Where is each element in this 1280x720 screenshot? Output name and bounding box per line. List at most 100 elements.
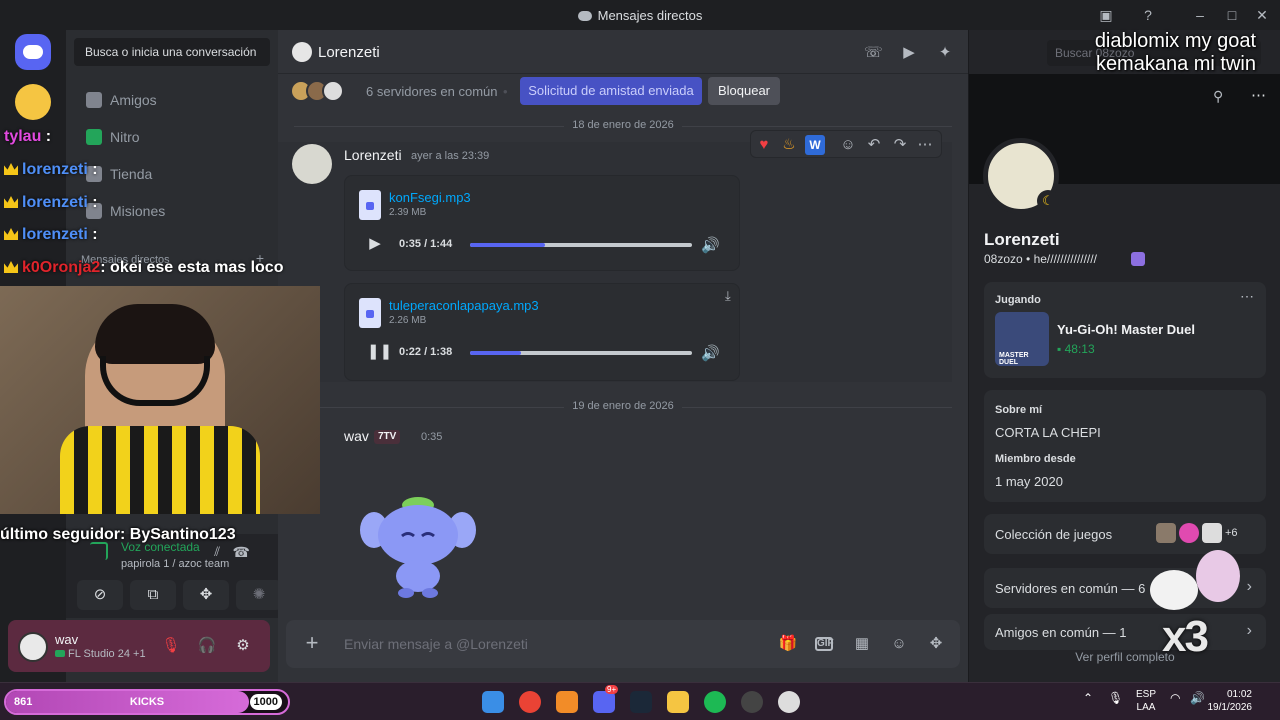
volume-icon[interactable]: 🔊 [701,344,720,362]
mutual-bar: 6 servidores en común • Solicitud de ami… [278,74,968,110]
heart-reaction-icon[interactable]: ♥ [754,135,774,155]
voice-call-icon[interactable]: ☏ [864,44,883,62]
add-reaction-icon[interactable]: ☺ [838,135,858,155]
avatar[interactable] [18,632,48,662]
inbox-icon[interactable]: ▣ [1096,6,1116,24]
mute-icon[interactable]: 🎙 [160,636,182,656]
gif-icon[interactable]: GIF [815,637,834,651]
sidebar-item-nitro[interactable]: Nitro [74,121,270,153]
add-friend-icon[interactable]: ⚲ [1213,88,1223,105]
view-full-profile-link[interactable]: Ver perfil completo [969,650,1280,664]
message-actions-bar: ♥ ♨ W ☺ ↶ ↷ ⋯ [750,130,942,158]
minimize-button[interactable]: – [1190,6,1210,24]
message-timestamp: 0:35 [421,431,443,443]
camera-off-button[interactable]: ⊘ [77,580,123,610]
friend-request-sent-button[interactable]: Solicitud de amistad enviada [520,77,702,105]
fire-reaction-icon[interactable]: ♨ [779,135,799,155]
conversation-search-button[interactable]: Busca o inicia una conversación [74,38,270,66]
apps-icon[interactable]: ✥ [926,634,946,654]
audio-attachment: ⤓ tuleperaconlapapaya.mp3 2.26 MB ❚❚ 0:2… [344,283,740,381]
audio-progress-bar[interactable] [470,243,692,247]
language-indicator[interactable]: ESP LAA [1136,688,1156,714]
wumpus-sticker[interactable] [358,490,478,600]
gamepad-icon [55,650,65,657]
audio-filename[interactable]: tuleperaconlapapaya.mp3 [389,298,539,313]
signal-icon[interactable] [90,542,108,560]
sidebar-item-friends[interactable]: Amigos [74,84,270,116]
sidebar-item-quests[interactable]: Misiones [74,195,270,227]
server-icon[interactable] [15,84,51,120]
audio-file-icon [359,298,381,328]
reply-icon[interactable]: ↶ [864,135,884,155]
pin-icon[interactable]: ✦ [936,44,954,62]
attach-plus-icon[interactable]: + [300,632,324,656]
more-icon[interactable]: ⋯ [915,135,935,155]
recipient-avatar[interactable] [292,42,312,62]
message-author[interactable]: wav [344,428,369,444]
voice-channel[interactable]: papirola 1 / azoc team [121,558,229,570]
nitro-icon [86,129,102,145]
more-icon[interactable]: ⋯ [1240,288,1254,305]
message-author[interactable]: Lorenzeti [344,147,402,163]
sticker-icon[interactable]: ▦ [852,634,872,654]
disconnect-icon[interactable]: ☎ [233,544,250,561]
overlay-chat-line: lorenzeti : [4,194,98,212]
sidebar-item-shop[interactable]: Tienda [74,158,270,190]
w-reaction-icon[interactable]: W [805,135,825,155]
nitro-badge-icon[interactable] [1131,252,1145,266]
more-icon[interactable]: ⋯ [1251,86,1266,104]
audio-progress-bar[interactable] [470,351,692,355]
wifi-icon[interactable]: ◠ [1170,691,1180,705]
play-icon[interactable]: ▶ [367,236,383,252]
forward-icon[interactable]: ↷ [890,135,910,155]
emoji-icon[interactable]: ☺ [889,634,909,654]
help-icon[interactable]: ? [1138,6,1158,24]
windows-start-icon[interactable] [482,691,504,713]
screen-share-button[interactable]: ⧉ [130,580,176,610]
obs-icon[interactable] [741,691,763,713]
moon-status-icon: ☾ [1037,190,1059,212]
media-player-icon[interactable] [778,691,800,713]
discord-taskbar-icon[interactable]: 9+ [593,685,619,713]
pause-icon[interactable]: ❚❚ [367,344,392,360]
video-call-icon[interactable]: ▶ [900,44,918,62]
steam-icon[interactable] [630,691,652,713]
tray-chevron-icon[interactable]: ⌃ [1083,691,1093,705]
chat-area: Lorenzeti ☏ ▶ ✦ 6 servidores en común • … [278,30,968,682]
block-button[interactable]: Bloquear [708,77,780,105]
multiplier-overlay: x3 [1162,612,1209,661]
chrome-icon[interactable] [519,691,541,713]
chat-header: Lorenzeti ☏ ▶ ✦ [278,30,968,74]
download-icon[interactable]: ⤓ [725,288,741,304]
audio-time: 0:22 / 1:38 [399,346,453,358]
audio-filename[interactable]: konFsegi.mp3 [389,190,471,205]
noise-suppression-icon[interactable]: ⫽ [214,544,220,560]
user-panel: wav FL Studio 24 +1 🎙 🎧 ⚙ [8,620,270,672]
clock[interactable]: 01:02 19/1/2026 [1208,688,1253,714]
speaker-icon[interactable]: 🔊 [1190,691,1205,705]
mutual-servers-text[interactable]: 6 servidores en común [366,84,498,99]
volume-icon[interactable]: 🔊 [701,236,720,254]
audio-progress-fill [470,243,546,247]
deafen-icon[interactable]: 🎧 [196,636,218,656]
microphone-icon[interactable]: 🎙 [1108,691,1123,705]
profile-display-name: Lorenzeti [984,230,1060,249]
soundboard-button[interactable]: ✺ [236,580,282,610]
file-explorer-icon[interactable] [667,691,689,713]
recipient-name[interactable]: Lorenzeti [318,44,380,61]
settings-gear-icon[interactable]: ⚙ [232,636,254,656]
avatar[interactable] [292,144,332,184]
profile-username: 08zozo • he/////////////// [984,252,1097,266]
overlay-chat-line: k0Oronja2: okei ese esta mas loco [4,259,283,277]
spotify-icon[interactable] [704,691,726,713]
message-timestamp: ayer a las 23:39 [411,150,490,162]
activities-button[interactable]: ✥ [183,580,229,610]
fl-studio-icon[interactable] [556,691,578,713]
message-input[interactable]: Enviar mensaje a @Lorenzeti [344,636,528,652]
home-button[interactable] [15,34,51,70]
chevron-right-icon: › [1246,578,1252,595]
close-button[interactable]: ✕ [1252,6,1272,24]
maximize-button[interactable]: □ [1222,6,1242,24]
gift-icon[interactable]: 🎁 [778,634,798,654]
audio-file-icon [359,190,381,220]
